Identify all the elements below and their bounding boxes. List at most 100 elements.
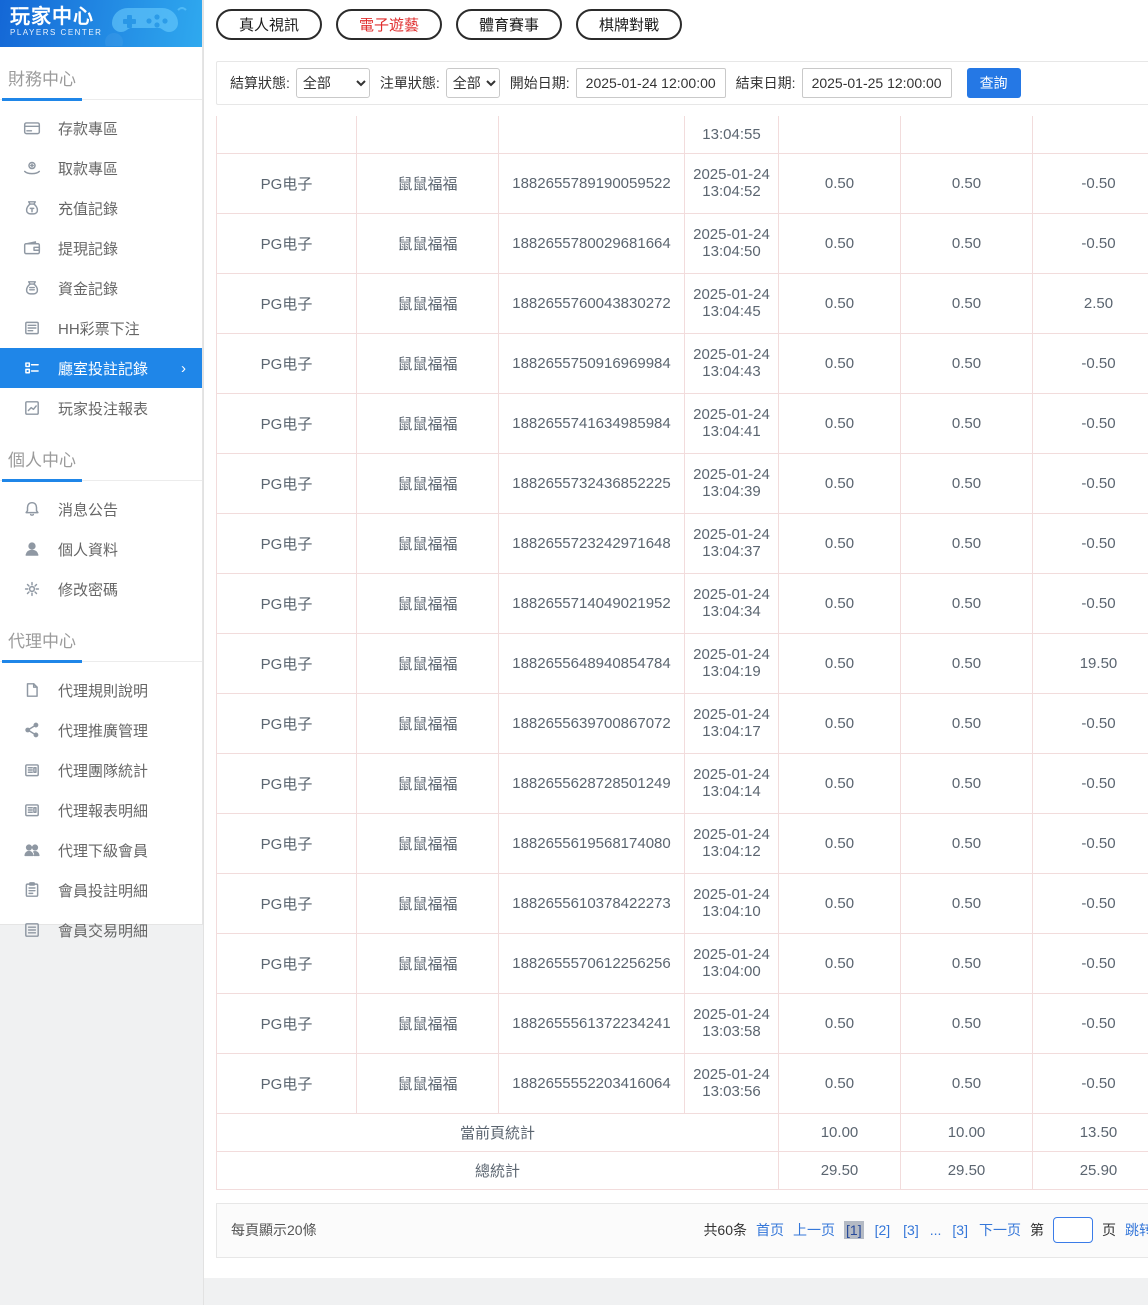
sidebar-item-label: 玩家投注報表	[58, 400, 149, 418]
order-no-cell: 1882655723242971648	[498, 512, 685, 574]
tab-slot-games[interactable]: 電子遊藝	[336, 9, 443, 40]
valid-bet-cell: 0.50	[900, 932, 1033, 994]
valid-bet-cell: 0.50	[900, 272, 1033, 334]
order-status-select[interactable]: 全部	[445, 68, 500, 98]
sidebar-item[interactable]: 消息公告	[0, 489, 202, 529]
sidebar-item[interactable]: 提現記錄	[0, 228, 202, 268]
pagination: 共60条 首页 上一页 [1] [2] [3]... [3] 下一页第 页跳转	[703, 1217, 1148, 1243]
start-date-input[interactable]	[575, 68, 726, 98]
table-row: PG电子 鼠鼠福福 1882655570612256256 2025-01-24 13…	[216, 932, 1148, 994]
funds-bag-icon	[23, 279, 41, 297]
table-row: PG电子 鼠鼠福福 1882655619568174080 2025-01-24 13…	[216, 812, 1148, 874]
game-name-cell: 鼠鼠福福	[356, 512, 499, 574]
page-number-link[interactable]: [2]	[873, 1221, 893, 1239]
profit-cell: -0.50	[1032, 692, 1148, 754]
sidebar-item[interactable]: 資金記錄	[0, 268, 202, 308]
search-button[interactable]: 查詢	[966, 68, 1021, 98]
tab-sports[interactable]: 體育賽事	[456, 9, 563, 40]
chevron-right-icon: ›	[181, 359, 186, 377]
bet-amount-cell: 0.50	[778, 632, 901, 694]
bet-time-cell: 2025-01-24 13:03:56	[684, 1052, 779, 1114]
game-name-cell: 鼠鼠福福	[356, 212, 499, 274]
sidebar-item[interactable]: 代理下級會員	[0, 830, 202, 870]
sidebar-item[interactable]: 代理規則說明	[0, 670, 202, 710]
total-count-text: 共60条	[703, 1222, 748, 1238]
bet-amount-cell: 0.50	[778, 572, 901, 634]
sidebar-item[interactable]: 會員投註明細	[0, 870, 202, 910]
game-name-cell: 鼠鼠福福	[356, 392, 499, 454]
bet-time-cell: 2025-01-24 13:04:37	[684, 512, 779, 574]
bet-amount-cell: 0.50	[778, 992, 901, 1054]
sidebar-item[interactable]: 個人資料	[0, 529, 202, 569]
valid-bet-cell	[900, 116, 1033, 154]
order-no-cell: 1882655714049021952	[498, 572, 685, 634]
end-date-input[interactable]	[801, 68, 952, 98]
sidebar-item-label: 充值記錄	[58, 200, 119, 218]
settle-status-select[interactable]: 全部	[295, 68, 370, 98]
withdraw-hand-icon	[23, 159, 41, 177]
news-icon	[23, 761, 41, 779]
valid-bet-cell: 0.50	[900, 512, 1033, 574]
sidebar-item[interactable]: 充值記錄	[0, 188, 202, 228]
sidebar-item[interactable]: 代理推廣管理	[0, 710, 202, 750]
bet-time-cell: 2025-01-24 13:04:45	[684, 272, 779, 334]
tab-live-casino[interactable]: 真人視訊	[216, 9, 323, 40]
order-no-cell: 1882655780029681664	[498, 212, 685, 274]
game-name-cell: 鼠鼠福福	[356, 632, 499, 694]
sidebar-item[interactable]: 修改密碼	[0, 569, 202, 609]
profit-cell	[1032, 116, 1148, 154]
sidebar-item[interactable]: 存款專區	[0, 108, 202, 148]
sidebar-item[interactable]: 玩家投注報表	[0, 388, 202, 428]
game-type-cell	[216, 116, 357, 154]
valid-bet-cell: 0.50	[900, 872, 1033, 934]
page-number-link[interactable]: [3]	[901, 1221, 921, 1239]
bet-amount-cell: 0.50	[778, 872, 901, 934]
order-no-cell: 1882655570612256256	[498, 932, 685, 994]
summary-row: 當前頁統計 10.00 10.00 13.50	[216, 1112, 1148, 1152]
bet-records-table-wrap: 13:04:55 PG电子 鼠鼠福福 1882655789190059522 2025-…	[216, 116, 1148, 1190]
order-no-cell	[498, 116, 685, 154]
order-no-cell: 1882655639700867072	[498, 692, 685, 754]
sidebar-item-label: 提現記錄	[58, 240, 119, 258]
page-jump-input[interactable]	[1053, 1217, 1093, 1243]
valid-bet-cell: 0.50	[900, 152, 1033, 214]
sidebar-item[interactable]: HH彩票下注	[0, 308, 202, 348]
profit-cell: 2.50	[1032, 272, 1148, 334]
bet-amount-cell: 0.50	[778, 392, 901, 454]
bet-time-cell: 2025-01-24 13:03:58	[684, 992, 779, 1054]
bet-records-table: 13:04:55 PG电子 鼠鼠福福 1882655789190059522 2025-…	[216, 116, 1148, 1190]
sidebar-section-title: 代理中心	[0, 618, 202, 663]
summary-label-cell: 當前頁統計	[216, 1112, 779, 1152]
sidebar-item[interactable]: 廳室投註記錄 ›	[0, 348, 202, 388]
page-number-link[interactable]: [3]	[950, 1221, 970, 1239]
jump-button[interactable]: 跳转	[1125, 1220, 1148, 1240]
sidebar-item-label: 個人資料	[58, 541, 119, 559]
bet-amount-cell: 0.50	[778, 152, 901, 214]
sidebar-item[interactable]: 取款專區	[0, 148, 202, 188]
first-page-link[interactable]: 首页	[756, 1220, 784, 1240]
game-name-cell: 鼠鼠福福	[356, 452, 499, 514]
table-row: PG电子 鼠鼠福福 1882655552203416064 2025-01-24 13…	[216, 1052, 1148, 1114]
prev-page-link[interactable]: 上一页	[793, 1220, 835, 1240]
bet-amount-cell: 0.50	[778, 332, 901, 394]
sidebar-item[interactable]: 會員交易明細	[0, 910, 202, 950]
money-bag-icon	[23, 199, 41, 217]
tab-chess-battle[interactable]: 棋牌對戰	[576, 9, 683, 40]
next-page-link[interactable]: 下一页	[979, 1220, 1021, 1240]
bet-amount-cell: 0.50	[778, 932, 901, 994]
game-type-cell: PG电子	[216, 392, 357, 454]
page-size-text: 每頁顯示20條	[231, 1222, 317, 1238]
sidebar: 玩家中心 PLAYERS CENTER 財務中心 存款專區 取款專區 充值記錄 提現記錄…	[0, 0, 203, 940]
sidebar-item-label: 會員交易明細	[58, 922, 149, 940]
game-type-cell: PG电子	[216, 812, 357, 874]
page-number-link[interactable]: [1]	[844, 1221, 864, 1239]
sidebar-item-label: 廳室投註記錄	[58, 360, 149, 378]
valid-bet-cell: 0.50	[900, 392, 1033, 454]
valid-bet-cell: 0.50	[900, 812, 1033, 874]
profit-cell: -0.50	[1032, 512, 1148, 574]
bet-time-cell: 2025-01-24 13:04:14	[684, 752, 779, 814]
sidebar-item[interactable]: 代理團隊統計	[0, 750, 202, 790]
clipboard-icon	[23, 881, 41, 899]
bank-card-icon	[23, 119, 41, 137]
sidebar-item[interactable]: 代理報表明細	[0, 790, 202, 830]
